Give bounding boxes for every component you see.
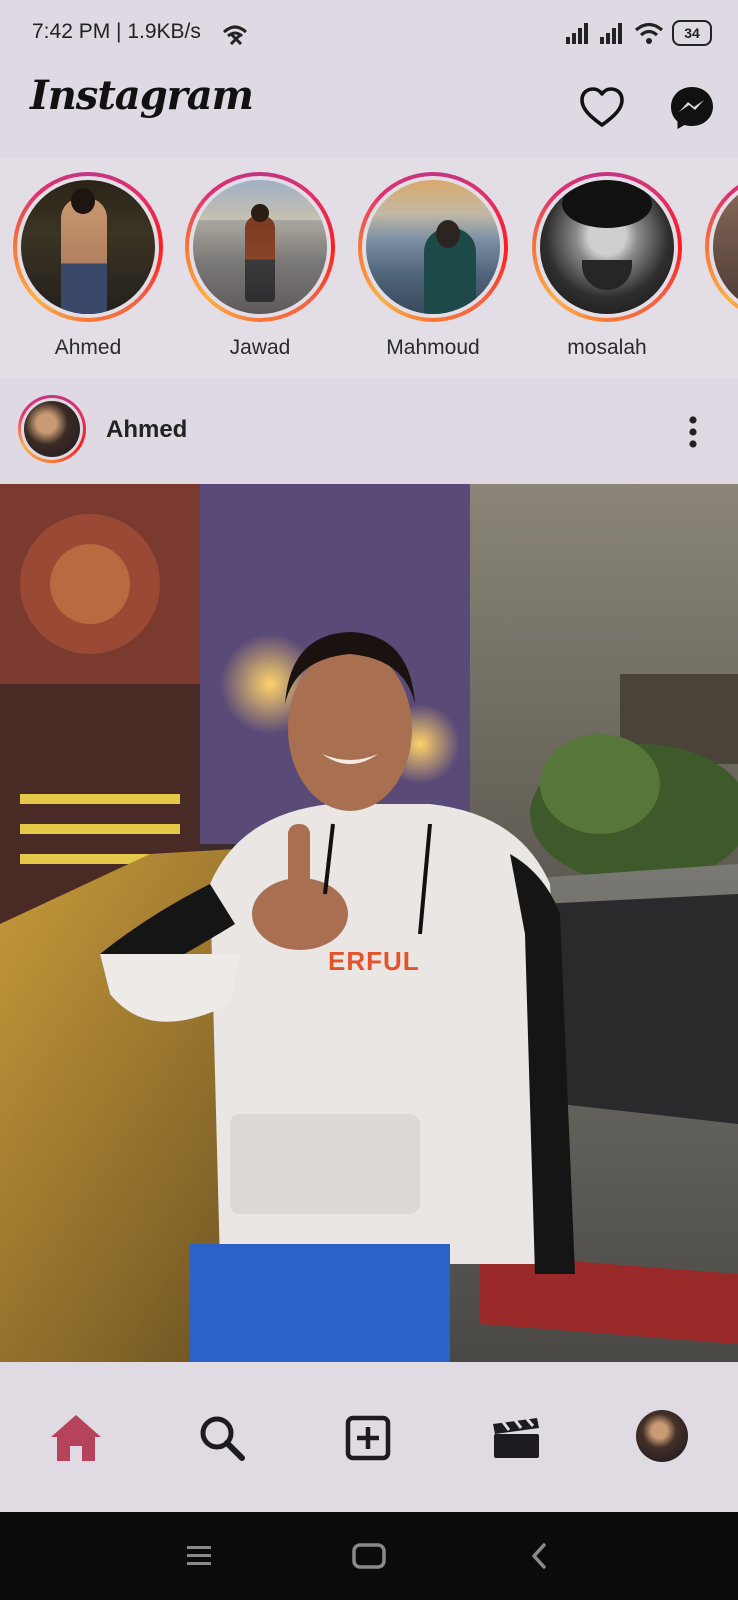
story-avatar [366,180,500,314]
story-label: Mahmoud [386,336,480,359]
home-button[interactable] [48,1410,104,1466]
story-avatar [193,180,327,314]
story-ring [532,172,682,322]
avatar [24,401,80,457]
story-ring [13,172,163,322]
story-ring [705,172,738,322]
no-signal-icon [222,25,248,46]
story-avatar [713,180,738,314]
story-ring [185,172,335,322]
messenger-icon[interactable] [668,84,716,132]
story-item[interactable] [700,172,738,322]
status-icons: 34 [566,20,712,46]
heart-icon[interactable] [578,84,626,132]
reels-icon [493,1418,539,1458]
more-options-icon[interactable] [676,412,710,452]
story-label: mosalah [567,336,647,359]
post-avatar[interactable] [18,395,86,463]
signal-icon [566,23,588,44]
battery-icon: 34 [672,20,712,46]
status-time: 7:42 PM | 1.9KB/s [32,20,201,43]
profile-avatar[interactable] [636,1410,688,1462]
add-post-icon [345,1415,391,1461]
reels-button[interactable] [488,1410,544,1466]
search-button[interactable] [194,1410,250,1466]
signal-icon [600,23,622,44]
story-avatar [21,180,155,314]
story-item[interactable]: mosalah [527,172,687,360]
search-icon [200,1416,245,1461]
story-item[interactable]: Jawad [180,172,340,360]
story-avatar [540,180,674,314]
story-ring [358,172,508,322]
hoodie-print: ERFUL [328,946,420,976]
story-label: Jawad [229,336,291,359]
wifi-icon [634,22,664,44]
home-square-icon[interactable] [352,1542,386,1570]
back-icon[interactable] [528,1542,550,1570]
home-icon [51,1415,101,1461]
battery-level: 34 [684,25,700,41]
menu-icon[interactable] [186,1544,212,1568]
story-label: Ahmed [54,336,122,359]
instagram-logo: Instagram [30,72,254,119]
post-image[interactable]: ERFUL [0,484,738,1362]
story-item[interactable]: Mahmoud [353,172,513,360]
add-post-button[interactable] [340,1410,396,1466]
stories-row: Ahmed Jawad Mahmoud mosalah [0,158,738,378]
story-item[interactable]: Ahmed [8,172,168,360]
post-username[interactable]: Ahmed [106,416,187,444]
post-photo [0,484,738,1362]
